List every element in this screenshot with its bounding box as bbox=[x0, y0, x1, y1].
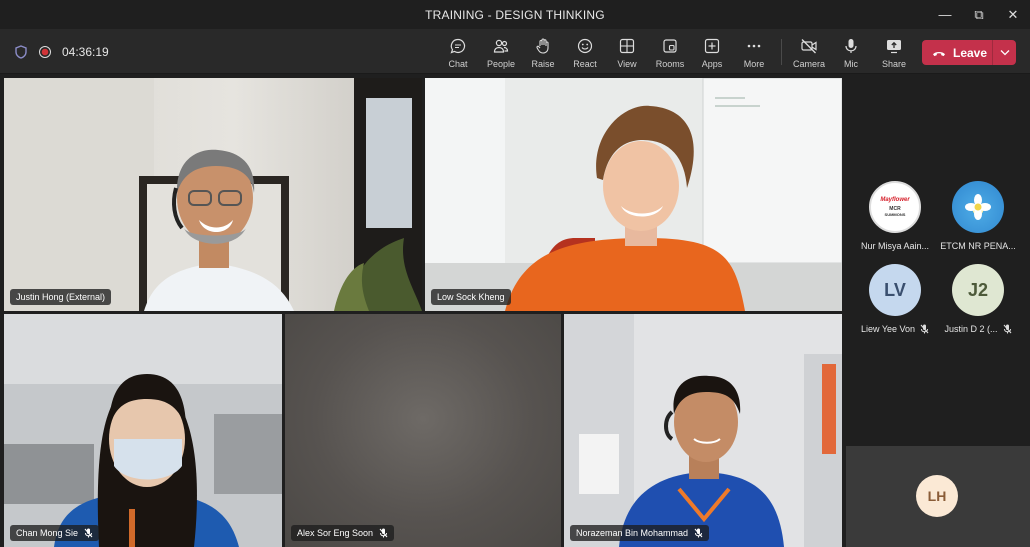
flower-icon bbox=[965, 194, 991, 220]
leave-options-button[interactable] bbox=[993, 40, 1016, 65]
sidebar-participant-name: Justin D 2 (... bbox=[944, 324, 998, 334]
mic-muted-icon bbox=[379, 528, 388, 538]
participant-name-tag: Norazeman Bin Mohammad bbox=[570, 525, 710, 541]
people-label: People bbox=[486, 59, 516, 69]
participant-name-tag: Justin Hong (External) bbox=[10, 289, 112, 305]
avatar: Mayflower MCR SUMMONS bbox=[869, 181, 921, 233]
participant-name-tag: Alex Sor Eng Soon bbox=[291, 525, 395, 541]
share-screen-icon bbox=[887, 40, 901, 54]
chat-label: Chat bbox=[448, 59, 468, 69]
microphone-icon bbox=[845, 39, 857, 53]
participant-sidebar: Mayflower MCR SUMMONS Nur Misya Aain... … bbox=[846, 76, 1030, 440]
toolbar-divider bbox=[781, 39, 782, 65]
avatar: LH bbox=[916, 475, 958, 517]
participant-video bbox=[4, 78, 422, 311]
video-tile[interactable]: Justin Hong (External) bbox=[4, 78, 422, 311]
video-tile[interactable]: Alex Sor Eng Soon bbox=[285, 314, 561, 547]
grid-view-icon bbox=[619, 38, 635, 54]
hang-up-icon bbox=[933, 51, 945, 56]
view-label: View bbox=[617, 59, 637, 69]
camera-label: Camera bbox=[792, 59, 825, 69]
people-button[interactable]: People bbox=[480, 33, 522, 71]
share-label: Share bbox=[881, 59, 907, 69]
video-tile[interactable]: Low Sock Kheng bbox=[425, 78, 842, 311]
chat-icon bbox=[450, 38, 466, 54]
meeting-timer: 04:36:19 bbox=[62, 44, 109, 59]
participant-name: Chan Mong Sie bbox=[16, 528, 79, 538]
more-icon bbox=[747, 44, 761, 48]
meeting-status: 04:36:19 bbox=[14, 29, 109, 74]
mic-muted-icon bbox=[1003, 324, 1011, 334]
leave-button[interactable]: Leave bbox=[922, 40, 1016, 65]
mic-muted-icon bbox=[84, 528, 93, 538]
mic-button[interactable]: Mic bbox=[830, 33, 872, 71]
close-icon[interactable]: ✕ bbox=[996, 0, 1030, 29]
participant-name: Norazeman Bin Mohammad bbox=[576, 528, 689, 538]
video-tile[interactable]: Norazeman Bin Mohammad bbox=[564, 314, 842, 547]
participant-name-tag: Chan Mong Sie bbox=[10, 525, 100, 541]
avatar-initials: LV bbox=[884, 279, 906, 300]
chat-button[interactable]: Chat bbox=[437, 33, 479, 71]
participant-name: Justin Hong (External) bbox=[16, 292, 106, 302]
avatar bbox=[952, 181, 1004, 233]
avatar: LV bbox=[869, 264, 921, 316]
apps-button[interactable]: Apps bbox=[691, 33, 733, 71]
sidebar-participant[interactable]: LV Liew Yee Von bbox=[855, 264, 935, 334]
apps-label: Apps bbox=[701, 59, 723, 69]
rooms-button[interactable]: Rooms bbox=[649, 33, 691, 71]
mic-label: Mic bbox=[844, 59, 858, 69]
self-view-tile[interactable]: LH bbox=[846, 446, 1030, 547]
sidebar-participant-name: ETCM NR PENA... bbox=[940, 241, 1016, 251]
participant-video bbox=[4, 314, 282, 547]
mic-muted-icon bbox=[920, 324, 929, 334]
window-controls: — ⧉ ✕ bbox=[928, 0, 1030, 29]
sidebar-participant[interactable]: J2 Justin D 2 (... bbox=[938, 264, 1018, 334]
sidebar-participant-name: Liew Yee Von bbox=[860, 324, 916, 334]
participant-video bbox=[425, 78, 842, 311]
video-tile[interactable]: Chan Mong Sie bbox=[4, 314, 282, 547]
participant-name: Alex Sor Eng Soon bbox=[297, 528, 374, 538]
more-label: More bbox=[743, 59, 765, 69]
apps-icon bbox=[704, 38, 720, 54]
sidebar-participant-name: Nur Misya Aain... bbox=[860, 241, 930, 251]
participant-video bbox=[564, 314, 842, 547]
mic-muted-icon bbox=[694, 528, 703, 538]
people-icon bbox=[493, 39, 509, 53]
restore-icon[interactable]: ⧉ bbox=[962, 0, 996, 29]
recording-icon bbox=[39, 45, 51, 58]
view-button[interactable]: View bbox=[606, 33, 648, 71]
participant-name-tag: Low Sock Kheng bbox=[431, 289, 511, 305]
rooms-label: Rooms bbox=[655, 59, 685, 69]
logo-text: Mayflower bbox=[880, 197, 910, 203]
smiley-icon bbox=[577, 38, 593, 54]
raise-hand-button[interactable]: Raise bbox=[522, 33, 564, 71]
participant-name: Low Sock Kheng bbox=[437, 292, 505, 302]
window-title: TRAINING - DESIGN THINKING bbox=[425, 7, 605, 22]
minimize-icon[interactable]: — bbox=[928, 0, 962, 29]
logo-text: SUMMONS bbox=[884, 212, 906, 217]
avatar-initials: J2 bbox=[967, 279, 989, 300]
camera-button[interactable]: Camera bbox=[788, 33, 830, 71]
sidebar-participant[interactable]: ETCM NR PENA... bbox=[938, 181, 1018, 251]
hand-icon bbox=[536, 38, 549, 54]
sidebar-participant[interactable]: Mayflower MCR SUMMONS Nur Misya Aain... bbox=[855, 181, 935, 251]
avatar: J2 bbox=[952, 264, 1004, 316]
rooms-icon bbox=[663, 39, 677, 53]
shield-icon bbox=[15, 44, 27, 59]
react-label: React bbox=[573, 59, 597, 69]
more-button[interactable]: More bbox=[733, 33, 775, 71]
chevron-down-icon bbox=[1000, 50, 1009, 56]
raise-label: Raise bbox=[531, 59, 555, 69]
leave-label: Leave bbox=[953, 45, 988, 60]
leave-main[interactable]: Leave bbox=[922, 40, 992, 65]
react-button[interactable]: React bbox=[564, 33, 606, 71]
meeting-toolbar: 04:36:19 Chat People Raise React View Ro… bbox=[0, 29, 1030, 74]
camera-off-icon bbox=[801, 39, 817, 54]
title-bar: TRAINING - DESIGN THINKING — ⧉ ✕ bbox=[0, 0, 1030, 29]
self-initials: LH bbox=[927, 488, 947, 504]
share-button[interactable]: Share bbox=[873, 33, 915, 71]
